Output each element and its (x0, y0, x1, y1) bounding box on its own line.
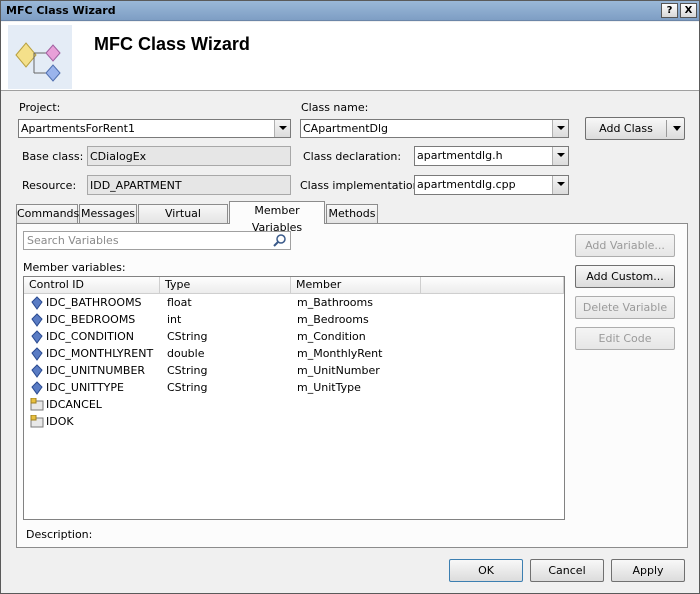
control-id-cell: IDC_UNITNUMBER (46, 364, 146, 377)
add-class-label: Add Class (599, 122, 653, 135)
column-header-control-id[interactable]: Control ID (24, 277, 160, 294)
class-declaration-value: apartmentdlg.h (417, 149, 503, 162)
table-row[interactable]: IDC_BATHROOMS float m_Bathrooms (24, 295, 564, 312)
table-row[interactable]: IDC_BEDROOMS int m_Bedrooms (24, 312, 564, 329)
control-icon (30, 313, 44, 327)
add-class-button[interactable]: Add Class (585, 117, 685, 140)
table-row[interactable]: IDC_UNITNUMBER CString m_UnitNumber (24, 363, 564, 380)
cancel-button[interactable]: Cancel (530, 559, 604, 582)
button-control-icon (30, 397, 44, 412)
table-row[interactable]: IDC_MONTHLYRENT double m_MonthlyRent (24, 346, 564, 363)
project-dropdown[interactable]: ApartmentsForRent1 (18, 119, 291, 138)
button-control-icon (30, 414, 44, 429)
resource-field: IDD_APARTMENT (87, 175, 291, 195)
class-implementation-dropdown[interactable]: apartmentdlg.cpp (414, 175, 569, 195)
control-id-cell: IDC_BATHROOMS (46, 296, 142, 309)
chevron-down-icon[interactable] (274, 120, 290, 137)
member-cell: m_UnitNumber (297, 364, 380, 377)
class-implementation-label: Class implementation: (300, 179, 424, 192)
member-variables-list[interactable]: Control ID Type Member IDC_BATHROOMS flo… (23, 276, 565, 520)
column-header-type[interactable]: Type (160, 277, 291, 294)
base-class-field: CDialogEx (87, 146, 291, 166)
control-icon (30, 330, 44, 344)
class-name-label: Class name: (301, 101, 369, 114)
apply-button[interactable]: Apply (611, 559, 685, 582)
header-banner: MFC Class Wizard (1, 22, 699, 91)
control-id-cell: IDC_BEDROOMS (46, 313, 136, 326)
tab-member-variables[interactable]: Member Variables (229, 201, 325, 234)
class-name-value: CApartmentDlg (303, 122, 389, 135)
project-value: ApartmentsForRent1 (21, 122, 135, 135)
help-button[interactable]: ? (661, 3, 678, 18)
table-row[interactable]: IDCANCEL (24, 397, 564, 414)
column-header-member[interactable]: Member (291, 277, 421, 294)
control-icon (30, 381, 44, 395)
member-cell: m_Condition (297, 330, 366, 343)
table-row[interactable]: IDC_UNITTYPE CString m_UnitType (24, 380, 564, 397)
title-bar: MFC Class Wizard ? X (1, 1, 699, 21)
type-cell: CString (167, 381, 208, 394)
search-variables-input[interactable]: Search Variables (23, 231, 291, 250)
add-custom-button[interactable]: Add Custom... (575, 265, 675, 288)
type-cell: int (167, 313, 182, 326)
description-label: Description: (26, 528, 93, 541)
tab-methods[interactable]: Methods (326, 204, 378, 223)
control-icon (30, 364, 44, 378)
base-class-label: Base class: (22, 150, 84, 163)
add-class-dropdown-icon[interactable] (670, 118, 684, 139)
edit-code-button[interactable]: Edit Code (575, 327, 675, 350)
page-title: MFC Class Wizard (94, 34, 250, 54)
member-cell: m_Bedrooms (297, 313, 369, 326)
member-variables-label: Member variables: (23, 261, 126, 274)
member-cell: m_Bathrooms (297, 296, 373, 309)
control-id-cell: IDOK (46, 415, 74, 428)
control-icon (30, 296, 44, 310)
control-id-cell: IDC_UNITTYPE (46, 381, 124, 394)
table-row[interactable]: IDC_CONDITION CString m_Condition (24, 329, 564, 346)
table-row[interactable]: IDOK (24, 414, 564, 431)
type-cell: double (167, 347, 205, 360)
delete-variable-button[interactable]: Delete Variable (575, 296, 675, 319)
class-name-dropdown[interactable]: CApartmentDlg (300, 119, 569, 138)
control-icon (30, 347, 44, 361)
project-label: Project: (19, 101, 61, 114)
base-class-value: CDialogEx (90, 150, 147, 163)
chevron-down-icon[interactable] (552, 120, 568, 137)
mfc-class-wizard-window: MFC Class Wizard ? X MFC Class Wizard Pr… (0, 0, 700, 594)
add-variable-button[interactable]: Add Variable... (575, 234, 675, 257)
control-id-cell: IDCANCEL (46, 398, 102, 411)
member-cell: m_UnitType (297, 381, 361, 394)
resource-label: Resource: (22, 179, 77, 192)
window-title: MFC Class Wizard (6, 4, 116, 17)
type-cell: CString (167, 364, 208, 377)
tab-virtual-functions[interactable]: Virtual Functions (138, 204, 228, 237)
search-placeholder: Search Variables (27, 234, 119, 247)
member-cell: m_MonthlyRent (297, 347, 383, 360)
control-id-cell: IDC_CONDITION (46, 330, 135, 343)
split-divider (666, 120, 667, 137)
control-id-cell: IDC_MONTHLYRENT (46, 347, 154, 360)
class-declaration-dropdown[interactable]: apartmentdlg.h (414, 146, 569, 166)
column-header-empty (421, 277, 564, 294)
type-cell: float (167, 296, 192, 309)
class-declaration-label: Class declaration: (303, 150, 402, 163)
class-implementation-value: apartmentdlg.cpp (417, 178, 516, 191)
chevron-down-icon[interactable] (552, 176, 568, 194)
resource-value: IDD_APARTMENT (90, 179, 182, 192)
tab-commands[interactable]: Commands (16, 204, 79, 223)
type-cell: CString (167, 330, 208, 343)
close-button[interactable]: X (680, 3, 697, 18)
tab-messages[interactable]: Messages (79, 204, 137, 223)
class-wizard-logo-icon (8, 25, 72, 89)
ok-button[interactable]: OK (449, 559, 523, 582)
chevron-down-icon[interactable] (552, 147, 568, 165)
